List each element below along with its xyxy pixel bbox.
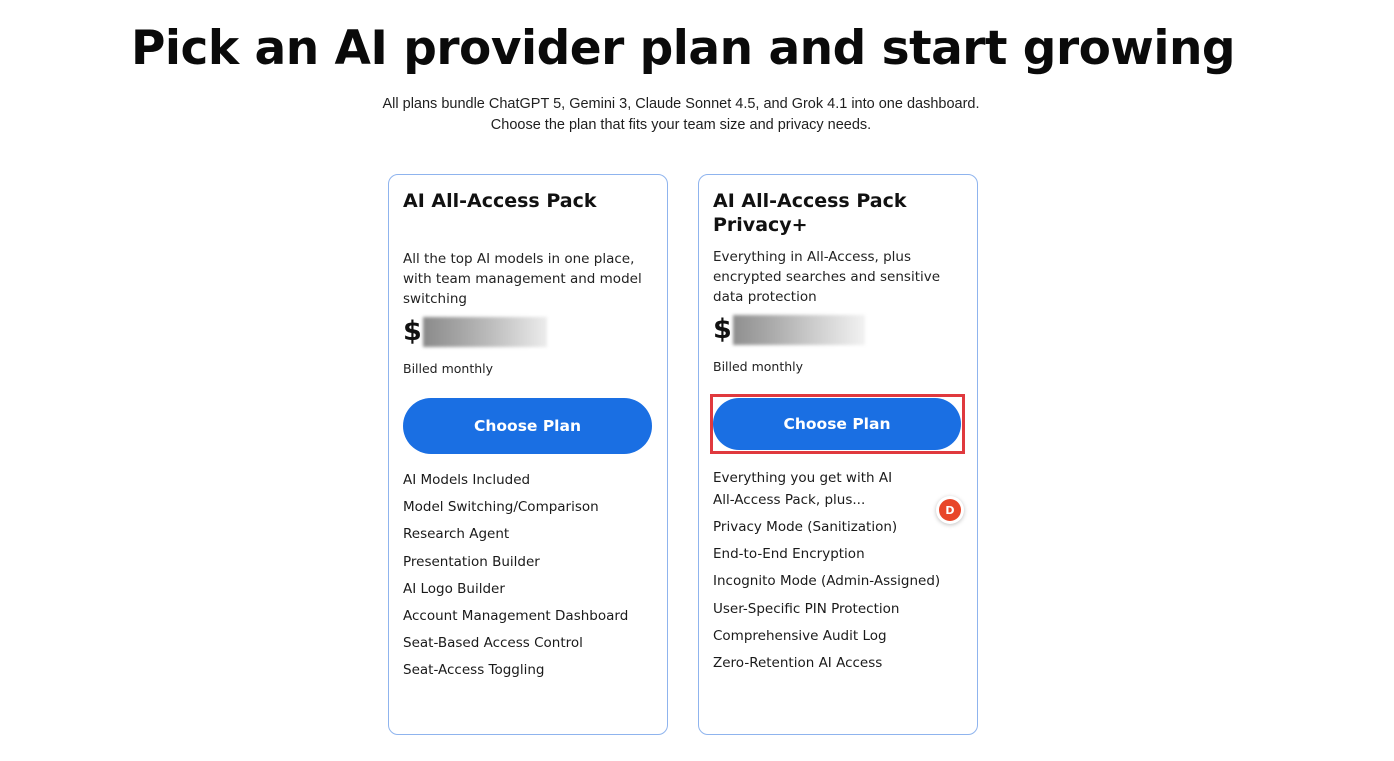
page-title: Pick an AI provider plan and start growi… <box>130 21 1236 76</box>
feature-item: Research Agent <box>403 526 510 543</box>
feature-item: User-Specific PIN Protection <box>713 600 900 617</box>
choose-plan-button[interactable]: Choose Plan <box>713 398 961 450</box>
feature-list: AI Models Included Model Switching/Compa… <box>403 467 661 685</box>
billing-period: Billed monthly <box>713 359 804 374</box>
plan-card-all-access: AI All-Access Pack All the top AI models… <box>388 174 668 735</box>
plan-title: AI All-Access Pack <box>403 190 597 212</box>
price-currency: $ <box>713 314 732 345</box>
price-blurred-value <box>732 315 865 345</box>
pricing-page: Pick an AI provider plan and start growi… <box>0 0 1394 761</box>
price-blurred-value <box>422 317 547 347</box>
feature-item: Incognito Mode (Admin-Assigned) <box>713 573 941 590</box>
choose-plan-button[interactable]: Choose Plan <box>403 398 652 454</box>
feature-item: Zero-Retention AI Access <box>713 655 883 672</box>
page-subtitle-line-2: Choose the plan that fits your team size… <box>490 117 872 133</box>
plan-description: Everything in All-Access, plus encrypted… <box>713 249 941 305</box>
feature-intro: Everything you get with AI All-Access Pa… <box>713 470 893 508</box>
avatar-initial: D <box>939 499 961 521</box>
plan-card-privacy-plus: AI All-Access Pack Privacy+ Everything i… <box>698 174 978 735</box>
plan-description: All the top AI models in one place, with… <box>403 251 642 307</box>
feature-item: AI Models Included <box>403 472 531 488</box>
feature-item: Privacy Mode (Sanitization) <box>713 519 898 535</box>
plan-price: $ <box>713 314 865 346</box>
feature-item: End-to-End Encryption <box>713 546 865 563</box>
plan-title: AI All-Access Pack Privacy+ <box>713 190 907 236</box>
feature-item: Comprehensive Audit Log <box>713 627 887 644</box>
feature-item: Model Switching/Comparison <box>403 499 599 516</box>
feature-list: Everything you get with AI All-Access Pa… <box>713 467 971 677</box>
user-avatar-badge[interactable]: D <box>936 496 964 524</box>
feature-item: Account Management Dashboard <box>403 608 629 625</box>
feature-item: AI Logo Builder <box>403 580 505 597</box>
billing-period: Billed monthly <box>403 361 494 376</box>
plan-price: $ <box>403 316 547 348</box>
feature-item: Seat-Based Access Control <box>403 635 583 652</box>
page-subtitle-line-1: All plans bundle ChatGPT 5, Gemini 3, Cl… <box>382 96 980 112</box>
feature-item: Presentation Builder <box>403 553 540 570</box>
price-currency: $ <box>403 316 422 347</box>
feature-item: Seat-Access Toggling <box>403 662 545 679</box>
